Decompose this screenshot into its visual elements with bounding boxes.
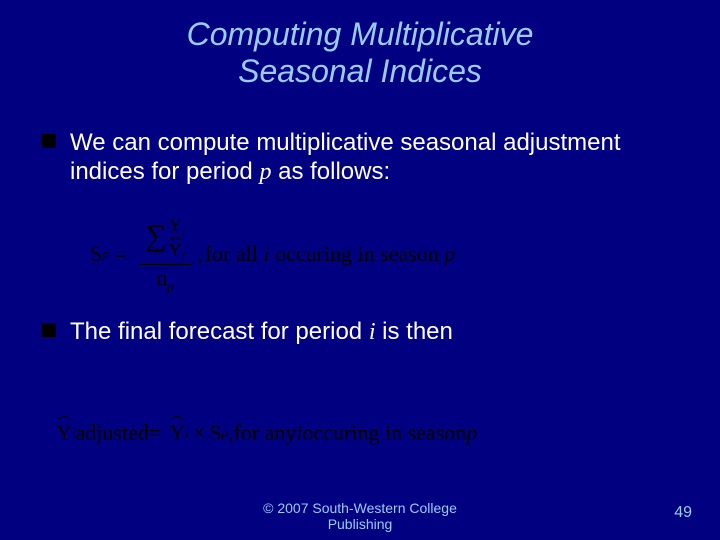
formula2-tail-p: p — [466, 420, 477, 446]
hat-icon — [58, 414, 70, 420]
bullet-2-text: The final forecast for period i is then — [70, 317, 453, 347]
bullet-2-post: is then — [376, 318, 453, 345]
slide: Computing Multiplicative Seasonal Indice… — [0, 0, 720, 540]
bullet-1-var: p — [259, 159, 271, 185]
formula1-S: S — [90, 241, 102, 267]
formula2-equals: = — [149, 420, 161, 446]
formula1-Yhat-sub: i — [182, 248, 186, 263]
footer-line-1: © 2007 South-Western College — [263, 500, 457, 516]
bullet-marker-icon — [42, 134, 56, 148]
formula1-tail-pre: for all — [205, 241, 264, 266]
formula2-S: S — [209, 420, 221, 446]
slide-title: Computing Multiplicative Seasonal Indice… — [0, 0, 720, 90]
formula2-Yhat2: Y — [169, 420, 185, 445]
bullet-2: The final forecast for period i is then — [36, 317, 684, 347]
hat-icon — [169, 235, 181, 241]
title-line-1: Computing Multiplicative — [187, 16, 534, 52]
formula1-Yhat: Y — [169, 240, 182, 260]
formula1-inner-bot: Yi — [169, 241, 186, 263]
bullet-2-pre: The final forecast for period — [70, 318, 369, 345]
footer-line-2: Publishing — [328, 516, 393, 532]
formula1-fraction: ∑ i Yi Yi np — [139, 216, 191, 293]
formula1-comma: , — [197, 241, 203, 267]
formula-final-forecast: Yi adjusted = Yi × Sp , for any i occuri… — [56, 420, 477, 446]
bullet-1-post: as follows: — [271, 158, 390, 185]
bullet-1: We can compute multiplicative seasonal a… — [36, 128, 684, 188]
formula2-times: × — [193, 420, 205, 446]
formula1-equals: = — [115, 241, 127, 267]
bullet-marker-icon — [42, 323, 56, 337]
formula1-n-sub: p — [167, 279, 174, 294]
formula1-tail: for all i occuring in season p — [205, 241, 456, 267]
formula2-tail-pre: for any — [233, 420, 296, 446]
bullet-1-text: We can compute multiplicative seasonal a… — [70, 128, 684, 188]
formula1-S-sub: p — [102, 246, 109, 262]
formula1-denominator: np — [150, 267, 180, 292]
formula1-tail-mid: occuring in season — [269, 241, 444, 266]
formula1-Y: Y — [169, 215, 182, 235]
page-number: 49 — [674, 504, 692, 522]
bullet-2-var: i — [369, 319, 376, 345]
title-line-2: Seasonal Indices — [238, 53, 482, 89]
sigma-icon: ∑ — [145, 224, 166, 248]
formula-seasonal-index: Sp = ∑ i Yi Yi — [90, 216, 455, 293]
formula1-numerator: ∑ i Yi Yi — [139, 216, 191, 262]
formula2-adjusted: adjusted — [76, 420, 149, 446]
footer-copyright: © 2007 South-Western College Publishing — [0, 500, 720, 532]
formula1-n: n — [156, 265, 167, 290]
formula2-Yhat2-sub: i — [185, 425, 189, 441]
formula1-tail-p: p — [444, 241, 455, 266]
formula2-Yhat: Y — [56, 420, 72, 445]
hat-icon — [171, 414, 183, 420]
formula1-lhs: Sp — [90, 241, 109, 267]
formula2-tail-mid: occuring in season — [303, 420, 467, 446]
formula1-Yi: i — [182, 224, 186, 239]
formula1-inner-fraction: Yi Yi — [169, 216, 186, 262]
